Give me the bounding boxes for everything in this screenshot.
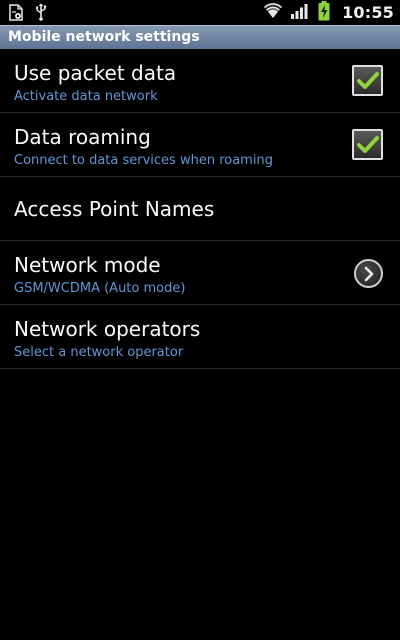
usb-icon: [35, 3, 47, 25]
setting-network-mode[interactable]: Network mode GSM/WCDMA (Auto mode): [0, 241, 400, 305]
chevron-right-icon: [364, 266, 374, 282]
signal-icon: [291, 3, 309, 23]
setting-subtitle: GSM/WCDMA (Auto mode): [14, 281, 186, 296]
setting-subtitle: Connect to data services when roaming: [14, 153, 273, 168]
page-title: Mobile network settings: [8, 29, 200, 45]
setting-title: Data roaming: [14, 125, 151, 149]
setting-title: Use packet data: [14, 61, 177, 85]
setting-network-operators[interactable]: Network operators Select a network opera…: [0, 305, 400, 369]
use-packet-data-checkbox[interactable]: [352, 65, 383, 96]
setting-data-roaming[interactable]: Data roaming Connect to data services wh…: [0, 113, 400, 177]
setting-title: Access Point Names: [14, 197, 215, 221]
network-mode-chevron-button[interactable]: [354, 259, 383, 288]
status-bar-notifications: [9, 3, 47, 25]
status-bar-system: 10:55: [263, 0, 394, 25]
checkmark-icon: [357, 72, 379, 89]
status-clock: 10:55: [342, 3, 394, 22]
setting-title: Network operators: [14, 317, 201, 341]
battery-charging-icon: [318, 0, 330, 25]
setting-access-point-names[interactable]: Access Point Names: [0, 177, 400, 241]
status-bar: 10:55: [0, 0, 400, 25]
wifi-icon: [263, 2, 283, 23]
settings-document-icon: [9, 3, 23, 25]
checkmark-icon: [357, 136, 379, 153]
setting-subtitle: Activate data network: [14, 89, 158, 104]
data-roaming-checkbox[interactable]: [352, 129, 383, 160]
settings-list: Use packet data Activate data network Da…: [0, 49, 400, 369]
setting-title: Network mode: [14, 253, 161, 277]
setting-use-packet-data[interactable]: Use packet data Activate data network: [0, 49, 400, 113]
setting-subtitle: Select a network operator: [14, 345, 184, 360]
screen-title-bar: Mobile network settings: [0, 25, 400, 49]
